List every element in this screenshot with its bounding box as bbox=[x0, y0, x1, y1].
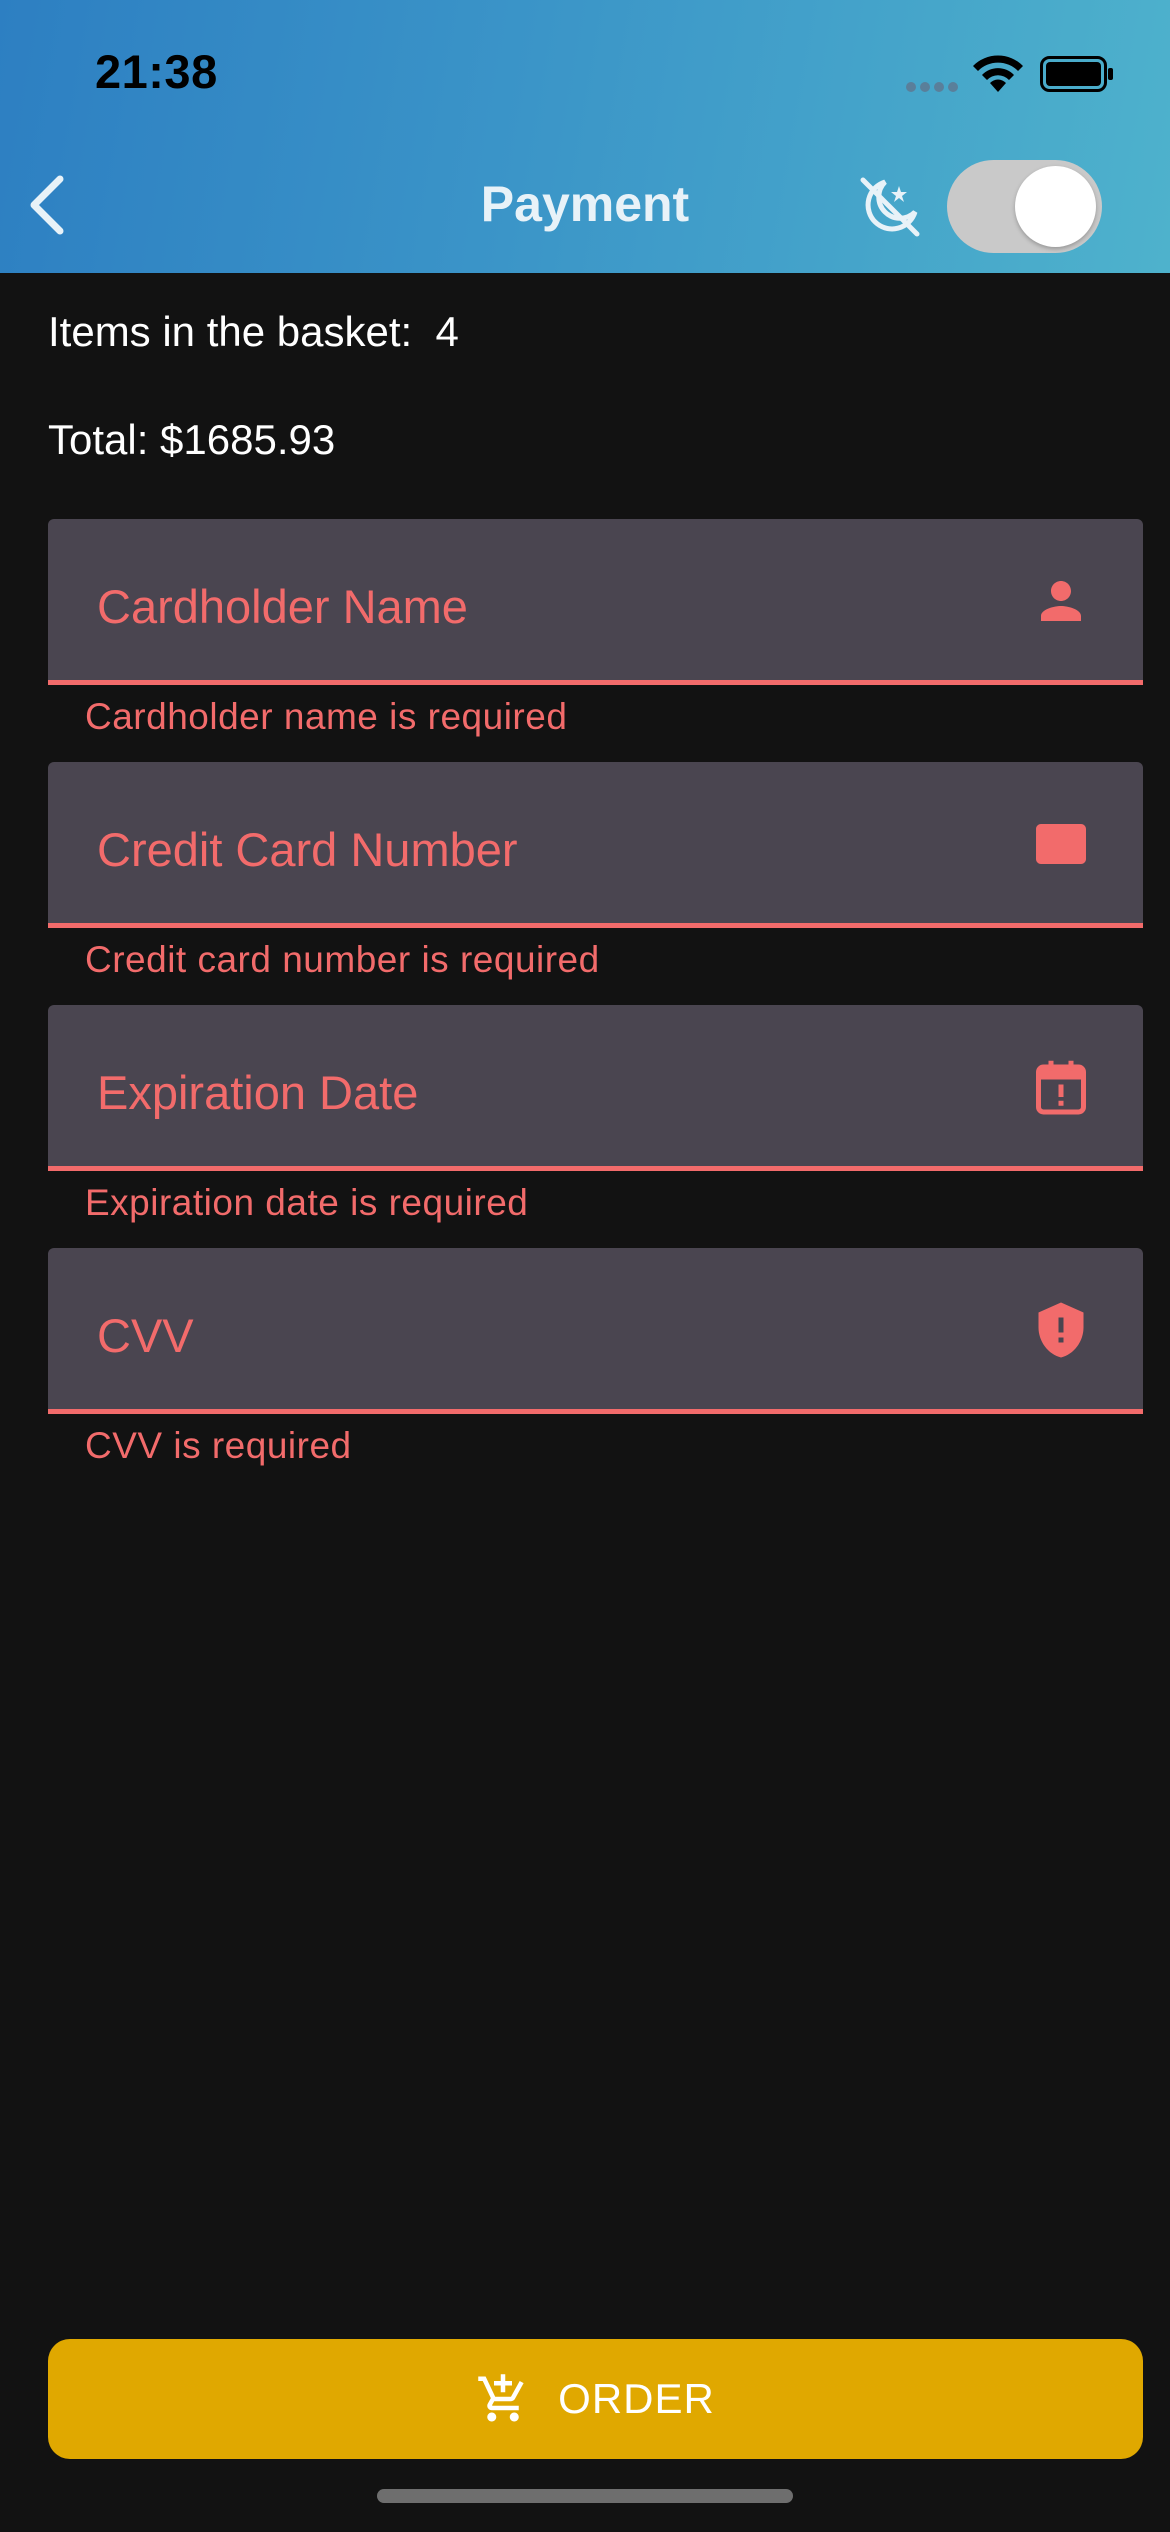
items-count: Items in the basket: 4 bbox=[48, 308, 459, 355]
cardholder-name-error: Cardholder name is required bbox=[85, 696, 568, 737]
order-button[interactable]: ORDER bbox=[48, 2339, 1143, 2459]
order-button-label: ORDER bbox=[558, 2375, 715, 2422]
credit-card-icon bbox=[1036, 824, 1086, 864]
expiration-date-error: Expiration date is required bbox=[85, 1182, 529, 1223]
person-icon bbox=[1041, 581, 1081, 621]
cart-add-icon bbox=[478, 2374, 524, 2422]
expiration-date-field[interactable]: Expiration Date bbox=[48, 1005, 1143, 1171]
cvv-field[interactable]: CVV bbox=[48, 1248, 1143, 1414]
app-header: 21:38 Payment bbox=[0, 0, 1170, 273]
shield-alert-icon bbox=[1038, 1302, 1084, 1358]
theme-toggle[interactable] bbox=[947, 160, 1102, 253]
cellular-signal-icon bbox=[906, 82, 958, 92]
credit-card-number-label: Credit Card Number bbox=[97, 823, 518, 876]
payment-screen: 21:38 Payment Items in the basket: 4 Tot… bbox=[0, 0, 1170, 2532]
cardholder-name-field[interactable]: Cardholder Name bbox=[48, 519, 1143, 685]
credit-card-number-error: Credit card number is required bbox=[85, 939, 600, 980]
battery-icon bbox=[1040, 56, 1113, 92]
total-amount: Total: $1685.93 bbox=[48, 416, 336, 463]
toggle-knob bbox=[1015, 166, 1096, 247]
expiration-date-label: Expiration Date bbox=[97, 1066, 419, 1119]
night-mode-off-icon bbox=[860, 177, 920, 237]
wifi-icon bbox=[973, 55, 1023, 92]
status-time: 21:38 bbox=[95, 45, 218, 98]
cardholder-name-label: Cardholder Name bbox=[97, 580, 468, 633]
home-indicator bbox=[377, 2489, 793, 2503]
cvv-error: CVV is required bbox=[85, 1425, 352, 1466]
calendar-alert-icon bbox=[1036, 1060, 1086, 1115]
credit-card-number-field[interactable]: Credit Card Number bbox=[48, 762, 1143, 928]
cvv-label: CVV bbox=[97, 1309, 194, 1362]
